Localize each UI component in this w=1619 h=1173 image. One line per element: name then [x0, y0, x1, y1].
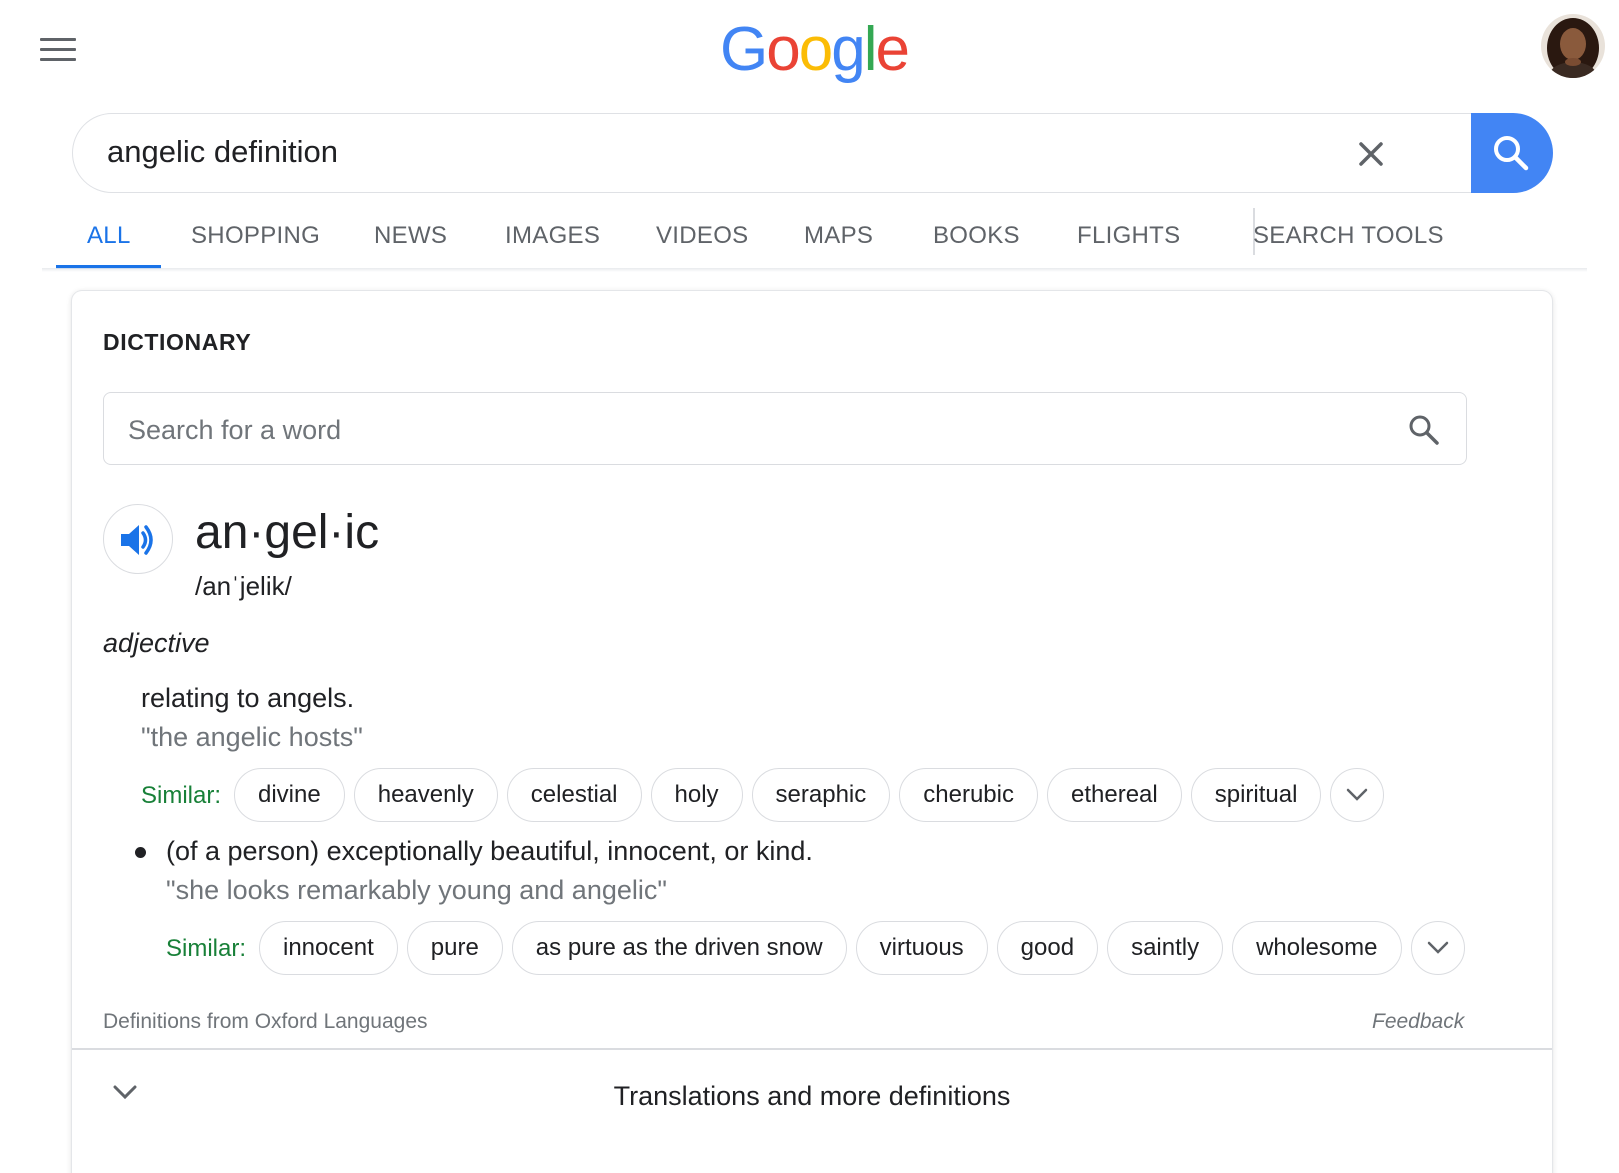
search-icon[interactable] — [1407, 413, 1441, 447]
sense-definition: relating to angels. — [141, 683, 355, 713]
tab-books[interactable]: BOOKS — [933, 222, 1020, 250]
similar-chip[interactable]: heavenly — [353, 768, 498, 822]
logo-letter: e — [875, 15, 910, 84]
word-search-field[interactable]: Search for a word — [103, 392, 1467, 465]
similar-chip-row: innocent pure as pure as the driven snow… — [259, 921, 1465, 975]
pronunciation-button[interactable] — [103, 504, 173, 574]
similar-chip[interactable]: seraphic — [751, 768, 891, 822]
logo-letter: o — [798, 15, 834, 84]
dictionary-card: DICTIONARY Search for a word an·gel·ic /… — [72, 291, 1552, 1173]
similar-chip[interactable]: holy — [650, 768, 743, 822]
speaker-icon — [121, 525, 153, 555]
similar-chip[interactable]: cherubic — [899, 768, 1038, 822]
feedback-link[interactable]: Feedback — [1372, 1010, 1464, 1034]
word-search-placeholder: Search for a word — [128, 415, 342, 445]
logo-letter: g — [831, 15, 866, 84]
similar-label: Similar: — [166, 935, 247, 962]
part-of-speech: adjective — [103, 628, 210, 658]
similar-chip[interactable]: celestial — [506, 768, 642, 822]
more-definitions-toggle[interactable]: Translations and more definitions — [72, 1049, 1552, 1144]
tabs-shadow — [42, 268, 1587, 272]
sense-example: "the angelic hosts" — [141, 722, 363, 752]
sense-example: "she looks remarkably young and angelic" — [166, 875, 667, 905]
similar-chip[interactable]: as pure as the driven snow — [511, 921, 847, 975]
similar-chip[interactable]: virtuous — [855, 921, 988, 975]
similar-chip[interactable]: pure — [406, 921, 503, 975]
hamburger-menu-icon[interactable] — [40, 38, 76, 62]
logo-letter: G — [720, 15, 768, 84]
similar-chip[interactable]: spiritual — [1190, 768, 1322, 822]
card-title: DICTIONARY — [103, 329, 252, 355]
expand-similar-button[interactable] — [1330, 768, 1385, 822]
sense-definition: (of a person) exceptionally beautiful, i… — [166, 836, 813, 866]
tab-videos[interactable]: VIDEOS — [656, 222, 749, 250]
headword: an·gel·ic — [195, 506, 380, 559]
logo-letter: l — [863, 15, 878, 84]
similar-chip[interactable]: divine — [234, 768, 345, 822]
google-logo[interactable]: Google — [720, 14, 910, 85]
expand-similar-button[interactable] — [1410, 921, 1465, 975]
similar-label: Similar: — [141, 782, 222, 809]
similar-chip[interactable]: innocent — [259, 921, 398, 975]
chevron-down-icon — [1347, 788, 1368, 801]
more-definitions-label: Translations and more definitions — [613, 1081, 1011, 1111]
similar-chip[interactable]: saintly — [1107, 921, 1224, 975]
similar-chip[interactable]: good — [996, 921, 1099, 975]
source-attribution: Definitions from Oxford Languages — [103, 1010, 428, 1033]
close-icon[interactable] — [1351, 134, 1391, 174]
chevron-down-icon — [1427, 941, 1448, 954]
search-bar[interactable]: angelic definition — [72, 113, 1550, 193]
tab-all[interactable]: ALL — [87, 222, 131, 250]
bullet — [135, 847, 146, 858]
phonetic: /anˈjelik/ — [195, 571, 292, 601]
tab-news[interactable]: NEWS — [374, 222, 447, 250]
search-tabs: ALL SHOPPING NEWS IMAGES VIDEOS MAPS BOO… — [42, 208, 1587, 270]
logo-letter: o — [766, 15, 801, 84]
tab-images[interactable]: IMAGES — [505, 222, 600, 250]
search-input[interactable]: angelic definition — [107, 134, 338, 170]
user-avatar[interactable] — [1541, 14, 1605, 78]
tab-search-tools[interactable]: SEARCH TOOLS — [1253, 222, 1444, 250]
tab-maps[interactable]: MAPS — [804, 222, 873, 250]
tab-shopping[interactable]: SHOPPING — [191, 222, 320, 250]
search-icon — [1494, 136, 1529, 171]
similar-chip[interactable]: ethereal — [1046, 768, 1182, 822]
tab-flights[interactable]: FLIGHTS — [1077, 222, 1180, 250]
search-button[interactable] — [1471, 113, 1553, 193]
similar-chip[interactable]: wholesome — [1232, 921, 1402, 975]
similar-chip-row: divine heavenly celestial holy seraphic … — [234, 768, 1385, 822]
